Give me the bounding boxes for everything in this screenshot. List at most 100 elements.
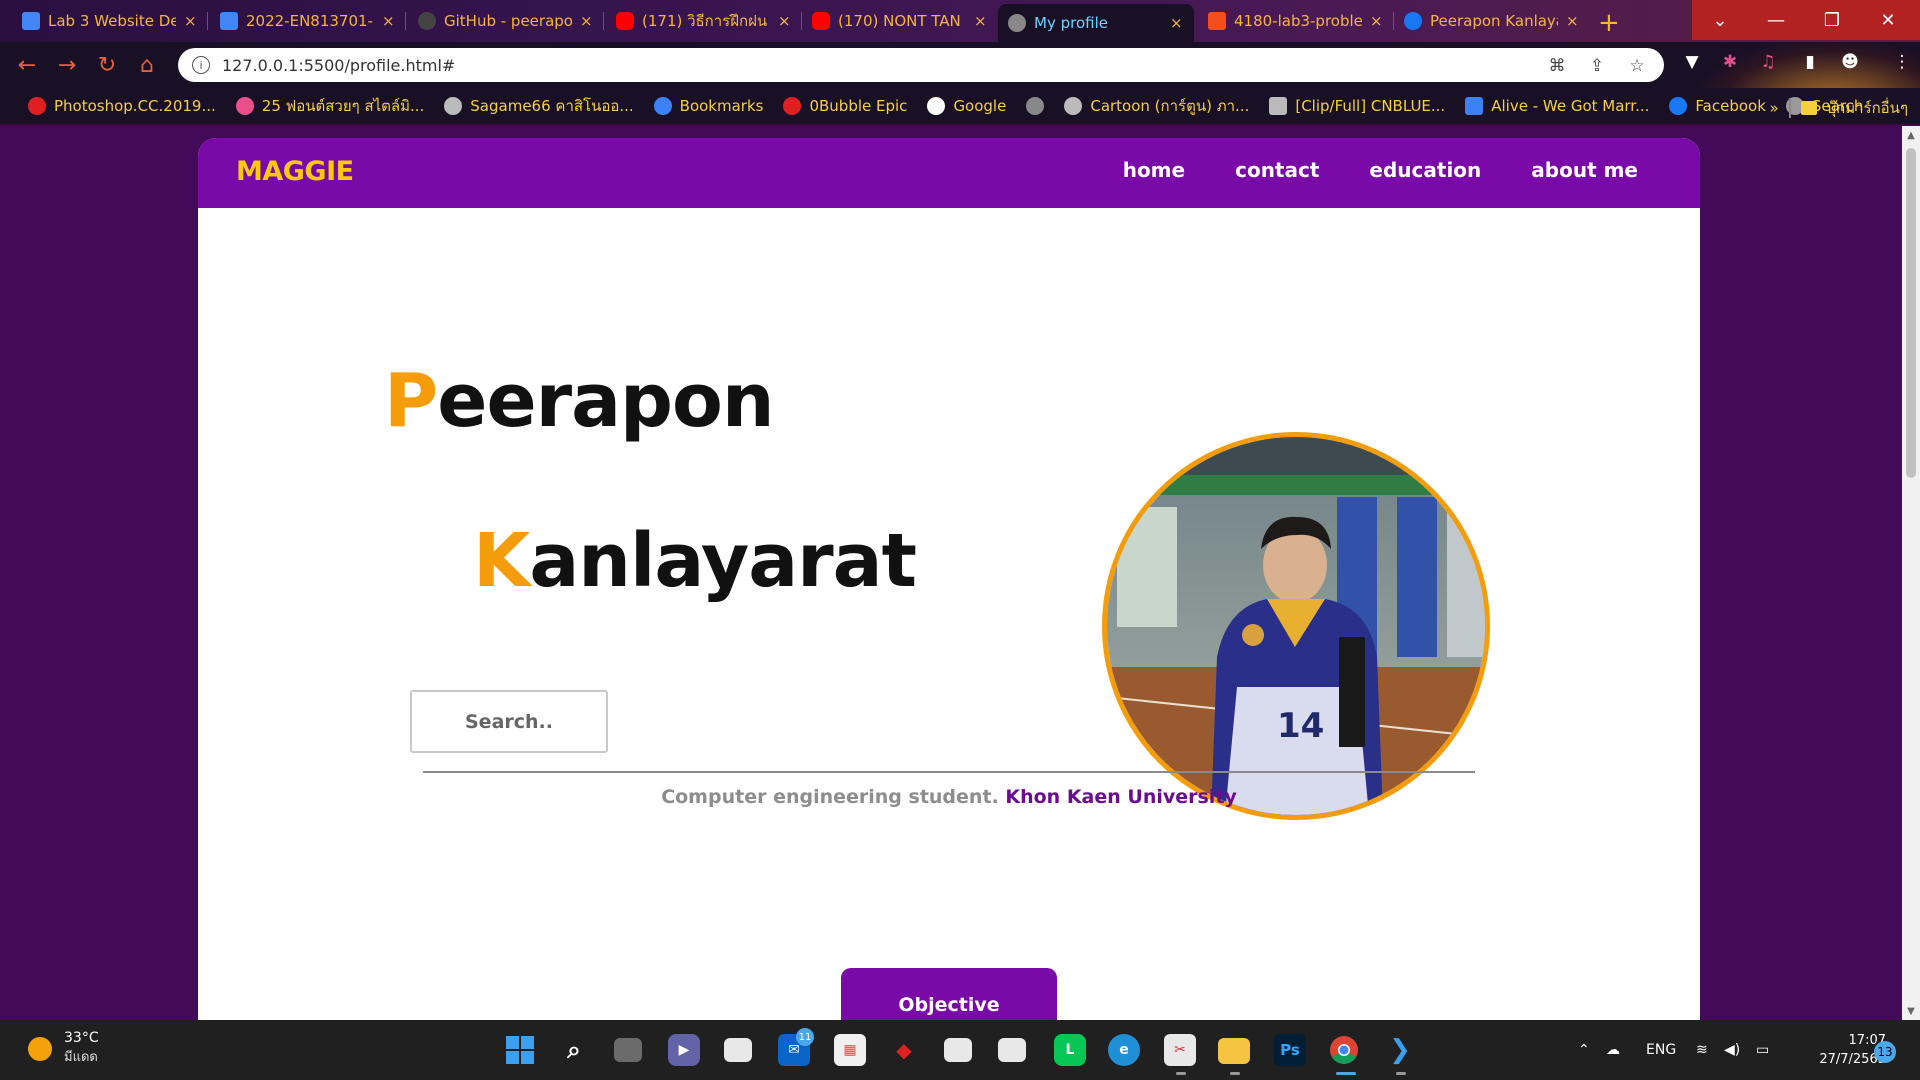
running-indicator xyxy=(1176,1072,1186,1075)
bookmark-item[interactable]: Alive - We Got Marr... xyxy=(1455,97,1659,115)
wifi-icon[interactable]: ≋ xyxy=(1696,1020,1708,1080)
profile-card: MAGGIE home contact education about me P… xyxy=(198,138,1700,1020)
page-scrollbar[interactable]: ▲ ▼ xyxy=(1902,126,1920,1020)
chrome-icon[interactable] xyxy=(1328,1034,1360,1066)
globe-icon xyxy=(1026,97,1045,115)
address-bar[interactable]: i 127.0.0.1:5500/profile.html# ⌘ ⇪ ☆ xyxy=(178,48,1664,82)
translate-icon[interactable]: ⌘ xyxy=(1546,55,1568,77)
vscode-icon[interactable]: ❯ xyxy=(1384,1034,1416,1066)
nav-about-me[interactable]: about me xyxy=(1531,158,1638,182)
bookmark-item[interactable]: Photoshop.CC.2019... xyxy=(18,97,226,115)
extension-icon[interactable]: ▼ xyxy=(1680,50,1704,74)
home-icon[interactable]: ⌂ xyxy=(132,50,162,80)
photoshop-icon[interactable]: Ps xyxy=(1274,1034,1306,1066)
bookmark-item[interactable]: Facebook xyxy=(1659,97,1775,115)
bookmark-item[interactable]: [Clip/Full] CNBLUE... xyxy=(1259,97,1455,115)
browser-tab[interactable]: (170) NONT TAN × xyxy=(802,6,998,36)
section-divider xyxy=(423,771,1475,773)
microsoft-store-icon[interactable]: ▦ xyxy=(834,1034,866,1066)
forward-arrow-icon[interactable]: → xyxy=(52,50,82,80)
new-tab-button[interactable]: + xyxy=(1598,8,1620,38)
edge-browser-icon[interactable]: e xyxy=(1108,1034,1140,1066)
tab-close-icon[interactable]: × xyxy=(974,12,988,30)
teams-chat-icon[interactable]: ▶ xyxy=(668,1034,700,1066)
reload-icon[interactable]: ↻ xyxy=(92,50,122,80)
google-classroom-icon xyxy=(22,12,40,30)
url-text: 127.0.0.1:5500/profile.html# xyxy=(222,55,456,75)
menu-kebab-icon[interactable]: ⋮ xyxy=(1890,50,1914,74)
back-arrow-icon[interactable]: ← xyxy=(12,50,42,80)
app-window-icon[interactable] xyxy=(998,1038,1026,1062)
nav-home[interactable]: home xyxy=(1123,158,1185,182)
media-control-icon[interactable]: ♫ xyxy=(1756,50,1780,74)
line-app-icon[interactable]: L xyxy=(1054,1034,1086,1066)
nav-contact[interactable]: contact xyxy=(1235,158,1319,182)
bookmark-item[interactable]: 25 ฟอนต์สวยๆ สไตล์มิ... xyxy=(226,94,435,118)
search-input[interactable]: Search.. xyxy=(410,690,608,753)
folder-icon xyxy=(1800,101,1817,115)
browser-tab[interactable]: 2022-EN813701-L × xyxy=(210,6,406,36)
browser-tab[interactable]: Peerapon Kanlaya × xyxy=(1394,6,1590,36)
first-name-heading: Peerapon xyxy=(384,358,775,444)
file-explorer-icon[interactable] xyxy=(1218,1038,1250,1064)
tab-close-icon[interactable]: × xyxy=(778,12,792,30)
bookmark-item[interactable]: Sagame66 คาสิโนออ... xyxy=(434,94,643,118)
mail-badge: 11 xyxy=(796,1028,814,1046)
facebook-icon xyxy=(1669,97,1688,115)
system-clock[interactable]: 17:07 27/7/2565 xyxy=(1796,1031,1886,1069)
browser-tab-active[interactable]: My profile × xyxy=(998,4,1194,42)
browser-tab[interactable]: Lab 3 Website De × xyxy=(12,6,208,36)
window-close-icon[interactable]: ✕ xyxy=(1860,0,1916,40)
tab-close-icon[interactable]: × xyxy=(580,12,594,30)
tab-close-icon[interactable]: × xyxy=(184,12,198,30)
browser-tab[interactable]: 4180-lab3-proble × xyxy=(1198,6,1394,36)
bookmark-star-icon[interactable]: ☆ xyxy=(1626,55,1648,77)
site-logo[interactable]: MAGGIE xyxy=(236,156,354,187)
site-info-icon[interactable]: i xyxy=(192,56,210,74)
game-app-icon[interactable]: ◆ xyxy=(888,1034,920,1066)
bookmark-favicon xyxy=(28,97,46,115)
cloud-icon[interactable]: ☁ xyxy=(1606,1020,1620,1080)
reading-list-icon[interactable]: ▮ xyxy=(1798,50,1822,74)
scroll-thumb[interactable] xyxy=(1906,148,1916,478)
show-hidden-icons-chevron[interactable]: ⌃ xyxy=(1578,1020,1590,1080)
university-name: Khon Kaen University xyxy=(1005,786,1237,808)
profile-avatar[interactable]: ☻ xyxy=(1838,50,1862,74)
puzzle-icon[interactable]: ✱ xyxy=(1718,50,1742,74)
tab-close-icon[interactable]: × xyxy=(382,12,396,30)
bookmarks-overflow-button[interactable]: » xyxy=(1769,99,1778,117)
other-bookmarks-button[interactable]: บุ๊กมาร์กอื่นๆ xyxy=(1827,96,1908,120)
search-icon[interactable]: ⌕ xyxy=(558,1034,590,1066)
github-icon xyxy=(418,12,436,30)
last-name-rest: anlayarat xyxy=(529,518,917,604)
minimize-icon[interactable]: — xyxy=(1748,0,1804,40)
bookmark-favicon xyxy=(444,97,463,115)
app-window-icon[interactable] xyxy=(944,1038,972,1062)
tab-close-icon[interactable]: × xyxy=(1370,12,1384,30)
battery-icon[interactable]: ▭ xyxy=(1756,1020,1769,1080)
language-indicator[interactable]: ENG xyxy=(1646,1020,1676,1080)
scroll-down-icon[interactable]: ▼ xyxy=(1902,1002,1920,1020)
bookmark-item[interactable]: 0Bubble Epic xyxy=(773,97,917,115)
volume-icon[interactable]: ◀) xyxy=(1724,1020,1740,1080)
tab-close-icon[interactable]: × xyxy=(1170,14,1184,32)
bookmark-item[interactable] xyxy=(1016,97,1054,115)
weather-widget[interactable]: 33°C มีแดด xyxy=(28,1030,99,1067)
bookmark-folder[interactable]: Bookmarks xyxy=(644,97,774,115)
task-view-icon[interactable] xyxy=(614,1038,642,1062)
notification-count-badge[interactable]: 13 xyxy=(1874,1041,1896,1063)
tab-close-icon[interactable]: × xyxy=(1566,12,1580,30)
bookmark-item[interactable]: Cartoon (การ์ตูน) ภา... xyxy=(1054,94,1259,118)
windows-start-icon[interactable] xyxy=(504,1034,536,1066)
objective-button[interactable]: Objective xyxy=(841,968,1057,1020)
share-icon[interactable]: ⇪ xyxy=(1586,55,1608,77)
restore-icon[interactable]: ❐ xyxy=(1804,0,1860,40)
bookmark-item[interactable]: Google xyxy=(917,97,1016,115)
nav-education[interactable]: education xyxy=(1369,158,1481,182)
browser-tab[interactable]: GitHub - peerapo × xyxy=(408,6,604,36)
tab-search-chevron-icon[interactable]: ⌄ xyxy=(1692,0,1748,40)
snipping-tool-icon[interactable]: ✂ xyxy=(1164,1034,1196,1066)
browser-tab[interactable]: (171) วิธีการฝึกฝน × xyxy=(606,6,802,36)
scroll-up-icon[interactable]: ▲ xyxy=(1902,126,1920,144)
app-window-icon[interactable] xyxy=(724,1038,752,1062)
